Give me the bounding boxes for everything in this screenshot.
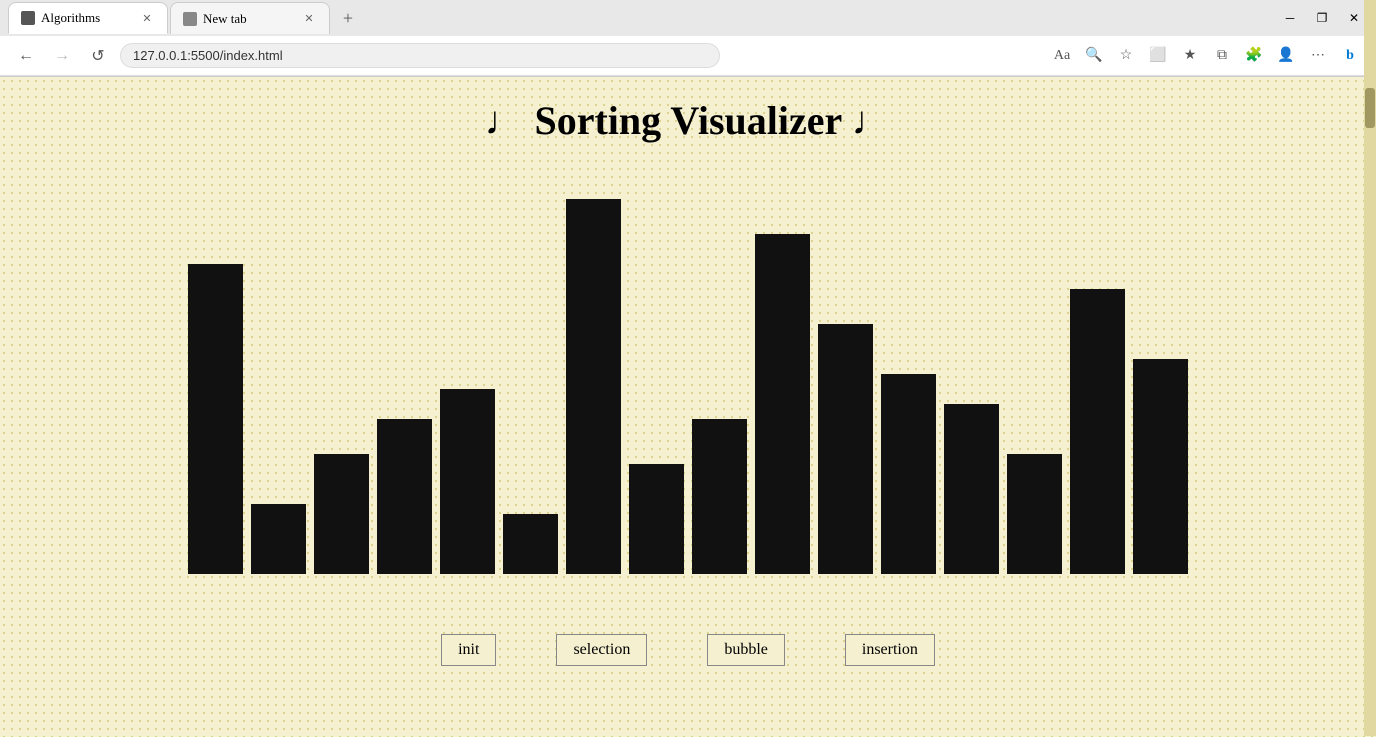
bar-5 — [503, 514, 558, 574]
bar-10 — [818, 324, 873, 574]
bar-12 — [944, 404, 999, 574]
selection-button[interactable]: selection — [556, 634, 647, 666]
bar-2 — [314, 454, 369, 574]
bar-6 — [566, 199, 621, 574]
tab-favicon — [21, 11, 35, 25]
minimize-button[interactable]: ─ — [1276, 4, 1304, 32]
tab-label: Algorithms — [41, 10, 100, 26]
forward-button[interactable]: → — [48, 42, 76, 70]
extensions-button[interactable]: 🧩 — [1240, 42, 1268, 70]
tab2-favicon — [183, 12, 197, 26]
tab-algorithms[interactable]: Algorithms ✕ — [8, 2, 168, 34]
address-input[interactable] — [120, 43, 720, 68]
tab2-label: New tab — [203, 11, 247, 27]
bar-8 — [692, 419, 747, 574]
page-title: ♩ Sorting Visualizer ♩ — [484, 97, 891, 144]
bar-0 — [188, 264, 243, 574]
window-controls: ─ ❐ ✕ — [1276, 4, 1368, 32]
page-content: ♩ Sorting Visualizer ♩ init selection bu… — [0, 77, 1376, 737]
profile-button[interactable]: 👤 — [1272, 42, 1300, 70]
insertion-button[interactable]: insertion — [845, 634, 935, 666]
bar-14 — [1070, 289, 1125, 574]
bar-11 — [881, 374, 936, 574]
reader-mode-button[interactable]: Aa — [1048, 42, 1076, 70]
tab-bar: Algorithms ✕ New tab ✕ + ─ ❐ ✕ — [0, 0, 1376, 36]
refresh-button[interactable]: ↺ — [84, 42, 112, 70]
bar-7 — [629, 464, 684, 574]
scrollbar-thumb[interactable] — [1365, 88, 1375, 128]
new-tab-button[interactable]: + — [334, 4, 362, 32]
tab2-close-button[interactable]: ✕ — [301, 11, 317, 27]
bar-15 — [1133, 359, 1188, 574]
back-button[interactable]: ← — [12, 42, 40, 70]
chart-container — [238, 174, 1138, 574]
favorites-button[interactable]: ☆ — [1112, 42, 1140, 70]
scrollbar[interactable] — [1364, 0, 1376, 736]
toolbar-right: Aa 🔍 ☆ ⬜ ★ ⧉ 🧩 👤 ⋯ b — [1048, 42, 1364, 70]
tab-newtab[interactable]: New tab ✕ — [170, 2, 330, 34]
bar-1 — [251, 504, 306, 574]
bar-13 — [1007, 454, 1062, 574]
bar-3 — [377, 419, 432, 574]
init-button[interactable]: init — [441, 634, 496, 666]
split-view-button[interactable]: ⬜ — [1144, 42, 1172, 70]
bing-button[interactable]: b — [1336, 42, 1364, 70]
maximize-button[interactable]: ❐ — [1308, 4, 1336, 32]
browser-chrome: Algorithms ✕ New tab ✕ + ─ ❐ ✕ ← → ↺ Aa … — [0, 0, 1376, 77]
tab-close-button[interactable]: ✕ — [139, 10, 155, 26]
more-button[interactable]: ⋯ — [1304, 42, 1332, 70]
bar-9 — [755, 234, 810, 574]
buttons-row: init selection bubble insertion — [441, 634, 935, 666]
bar-4 — [440, 389, 495, 574]
address-bar: ← → ↺ Aa 🔍 ☆ ⬜ ★ ⧉ 🧩 👤 ⋯ b — [0, 36, 1376, 76]
search-button[interactable]: 🔍 — [1080, 42, 1108, 70]
collections-button[interactable]: ⧉ — [1208, 42, 1236, 70]
bubble-button[interactable]: bubble — [707, 634, 785, 666]
add-favorites-button[interactable]: ★ — [1176, 42, 1204, 70]
